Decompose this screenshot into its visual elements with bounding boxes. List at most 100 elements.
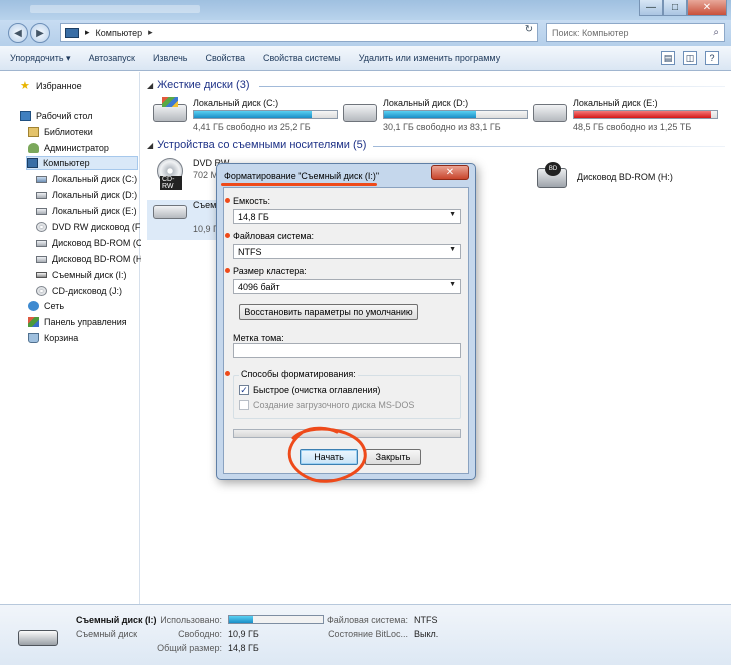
select-value: 4096 байт [238, 281, 280, 292]
nav-computer[interactable]: Компьютер [26, 156, 138, 170]
nav-dvd-f[interactable]: DVD RW дисковод (F: [36, 220, 143, 234]
quick-format-checkbox[interactable]: ✓ Быстрое (очистка оглавления) [239, 385, 380, 395]
view-options-icon[interactable]: ▤ [661, 51, 675, 65]
nav-label: Библиотеки [44, 127, 93, 137]
drive-size: 10,9 Г [193, 224, 218, 234]
checkbox-box [239, 400, 249, 410]
computer-icon [27, 158, 38, 168]
nav-label: Корзина [44, 333, 79, 343]
nav-favorites[interactable]: ★ Избранное [20, 79, 82, 93]
removable-group-header[interactable]: ◢ Устройства со съемными носителями (5) [147, 139, 366, 151]
cluster-size-select[interactable]: 4096 байт ▼ [233, 279, 461, 294]
details-fs-value: NTFS [414, 615, 438, 625]
organize-menu[interactable]: Упорядочить ▾ [10, 53, 71, 64]
drive-free-space: 4,41 ГБ свободно из 25,2 ГБ [193, 122, 311, 132]
address-path-sep: ▸ [85, 27, 90, 37]
details-free-label: Свободно: [178, 629, 222, 639]
drive-usage-bar [383, 110, 528, 119]
autoplay-button[interactable]: Автозапуск [89, 53, 135, 63]
details-usage-bar [228, 615, 324, 624]
system-drive-icon [153, 97, 187, 122]
details-pane: Съемный диск (I:) Съемный диск Использов… [0, 604, 731, 665]
address-path[interactable]: Компьютер [96, 28, 143, 38]
usage-fill [194, 111, 312, 118]
close-window-button[interactable]: ✕ [687, 0, 727, 16]
msdos-boot-checkbox: Создание загрузочного диска MS-DOS [239, 400, 414, 410]
chevron-down-icon: ▼ [449, 281, 456, 288]
search-icon[interactable]: ⌕ [713, 27, 719, 38]
nav-desktop[interactable]: Рабочий стол [20, 109, 93, 123]
collapse-icon[interactable]: ◢ [147, 141, 153, 150]
format-dialog: Форматирование "Съемный диск (I:)" ✕ Емк… [216, 163, 476, 483]
drive-name: Съем [193, 200, 217, 210]
details-type: Съемный диск [76, 629, 138, 639]
nav-admin[interactable]: Администратор [28, 141, 109, 155]
details-fs-label: Файловая система: [326, 615, 408, 625]
volume-label-input[interactable] [233, 343, 461, 358]
volume-label-label: Метка тома: [233, 333, 284, 343]
minimize-button[interactable]: — [639, 0, 663, 16]
forward-button[interactable]: ▶ [30, 23, 50, 43]
back-button[interactable]: ◀ [8, 23, 28, 43]
restore-defaults-button[interactable]: Восстановить параметры по умолчанию [239, 304, 418, 320]
checkbox-check-icon: ✓ [239, 385, 249, 395]
nav-recycle-bin[interactable]: Корзина [28, 331, 78, 345]
dvd-disc-icon: CD-RW [157, 158, 183, 190]
capacity-label: Емкость: [233, 196, 271, 206]
drive-usage-bar [193, 110, 338, 119]
address-path-chevron[interactable]: ▸ [148, 27, 153, 38]
nav-label: Съемный диск (I:) [52, 270, 127, 280]
nav-drive-c[interactable]: Локальный диск (C:) [36, 172, 137, 186]
user-icon [28, 143, 39, 153]
properties-button[interactable]: Свойства [205, 53, 245, 63]
window-title-ghost [30, 5, 200, 13]
drive-name: Локальный диск (E:) [573, 98, 658, 108]
details-bitlocker-value: Выкл. [414, 629, 439, 639]
command-bar: Упорядочить ▾ Автозапуск Извлечь Свойств… [0, 46, 731, 71]
cd-drive-icon [36, 286, 47, 296]
nav-label: Рабочий стол [36, 111, 93, 121]
computer-icon [65, 27, 79, 38]
preview-pane-icon[interactable]: ◫ [683, 51, 697, 65]
nav-removable-i[interactable]: Съемный диск (I:) [36, 268, 127, 282]
libraries-icon [28, 127, 39, 137]
usage-fill [229, 616, 254, 623]
nav-drive-e[interactable]: Локальный диск (E:) [36, 204, 137, 218]
maximize-button[interactable]: □ [663, 0, 687, 16]
hdd-group-header[interactable]: ◢ Жесткие диски (3) [147, 79, 250, 91]
nav-cd-j[interactable]: CD-дисковод (J:) [36, 284, 122, 298]
address-field[interactable]: ▸ Компьютер ▸ [60, 23, 538, 42]
cluster-size-label: Размер кластера: [233, 266, 307, 276]
uninstall-program-button[interactable]: Удалить или изменить программу [359, 53, 500, 63]
annotation-dot [225, 233, 230, 238]
bd-tag: BD [545, 162, 561, 176]
search-input[interactable]: Поиск: Компьютер ⌕ [546, 23, 725, 42]
refresh-icon[interactable]: ↻ [522, 24, 536, 40]
nav-libraries[interactable]: Библиотеки [28, 125, 93, 139]
annotation-dot [225, 268, 230, 273]
nav-drive-d[interactable]: Локальный диск (D:) [36, 188, 137, 202]
filesystem-select[interactable]: NTFS ▼ [233, 244, 461, 259]
group-divider [259, 86, 725, 87]
usage-fill [384, 111, 476, 118]
collapse-icon[interactable]: ◢ [147, 81, 153, 90]
nav-network[interactable]: Сеть [28, 299, 64, 313]
disc-drive-icon [36, 222, 47, 232]
eject-button[interactable]: Извлечь [153, 53, 188, 63]
dvd-tag: CD-RW [160, 176, 182, 190]
help-icon[interactable]: ? [705, 51, 719, 65]
system-properties-button[interactable]: Свойства системы [263, 53, 341, 63]
format-options-group [233, 375, 461, 419]
desktop-icon [20, 111, 31, 121]
nav-control-panel[interactable]: Панель управления [28, 315, 127, 329]
drive-usage-bar [573, 110, 718, 119]
group-title: Устройства со съемными носителями (5) [157, 139, 367, 151]
checkbox-label: Быстрое (очистка оглавления) [253, 385, 381, 395]
bd-drive-icon: BD [537, 162, 567, 188]
drive-size: 702 М [193, 170, 219, 180]
capacity-select[interactable]: 14,8 ГБ ▼ [233, 209, 461, 224]
system-drive-icon [36, 175, 47, 183]
dialog-close-button[interactable]: ✕ [431, 165, 469, 180]
nav-bd-g[interactable]: Дисковод BD-ROM (С [36, 236, 142, 250]
nav-bd-h[interactable]: Дисковод BD-ROM (Н [36, 252, 142, 266]
